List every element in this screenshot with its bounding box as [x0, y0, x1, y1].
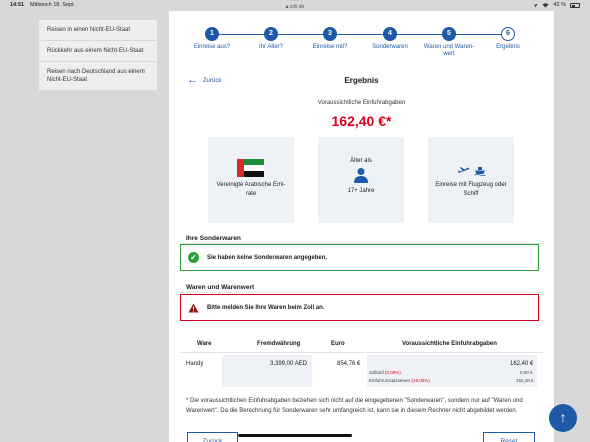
waren-message: Bitte melden Sie Ihre Waren beim Zoll an… — [207, 304, 325, 311]
sidebar-nav: Reisen in einen Nicht-EU-Staat Rückkehr … — [39, 20, 157, 90]
step-number: 3 — [323, 27, 337, 41]
warning-triangle-icon — [188, 303, 199, 312]
card-country: Vereinigte Arabische Emi-rate — [208, 137, 294, 223]
card-travel: Einreise mit Flugzeug oder Schiff — [428, 137, 514, 223]
cell-total: 162,40 € — [510, 361, 534, 367]
sidebar-item-reisen-nach-deutschland[interactable]: Reisen nach Deutschland aus einem Nicht-… — [39, 62, 157, 90]
country-name: Vereinigte Arabische Emi-rate — [216, 182, 286, 197]
step-5[interactable]: 5 Waren und Waren-wert — [419, 27, 479, 58]
step-label: Waren und Waren-wert — [423, 44, 475, 57]
table-header-divider — [180, 352, 543, 353]
estimate-amount: 162,40 €* — [331, 113, 392, 129]
battery-icon — [570, 2, 580, 8]
step-1[interactable]: 1 Einreise aus? — [182, 27, 242, 51]
zolltarif-row: Zolltarif (0,00%) — [369, 370, 401, 375]
step-label: Einreise aus? — [193, 44, 231, 50]
col-header-einfuhrabgaben: Voraussichtliche Einfuhrabgaben — [402, 341, 497, 347]
waren-heading: Waren und Warenwert — [186, 284, 255, 291]
step-number: 5 — [442, 27, 456, 41]
progress-stepper: 1 Einreise aus? 2 Ihr Alter? 3 Einreise … — [169, 27, 554, 67]
ust-rate: (19,00%) — [411, 378, 430, 383]
zolltarif-label: Zolltarif — [369, 370, 384, 375]
step-2[interactable]: 2 Ihr Alter? — [241, 27, 301, 51]
ship-icon — [474, 167, 486, 176]
estimate-label: Voraussichtliche Einfuhrabgaben — [317, 100, 406, 106]
travel-mode: Einreise mit Flugzeug oder Schiff — [435, 182, 507, 197]
battery-percent: 42 % — [553, 2, 566, 8]
step-6: 6 Ergebnis — [478, 27, 538, 51]
step-number: 1 — [205, 27, 219, 41]
card-age: Älter als 17+ Jahre — [318, 137, 404, 223]
sonderwaren-success-alert: ✓ Sie haben keine Sonderwaren angegeben. — [180, 244, 539, 271]
main-panel: 1 Einreise aus? 2 Ihr Alter? 3 Einreise … — [169, 11, 554, 442]
col-header-ware: Ware — [197, 341, 212, 347]
divider — [180, 292, 543, 293]
page-title: Ergebnis — [344, 76, 379, 85]
wifi-icon — [542, 2, 549, 7]
reset-button[interactable]: Reset — [483, 432, 535, 442]
step-4[interactable]: 4 Sonderwaren — [360, 27, 420, 51]
cell-ware: Handy — [186, 361, 204, 367]
status-indicators: 42 % — [533, 2, 580, 8]
lock-icon: 🔒︎ — [285, 4, 289, 10]
uae-flag-icon — [237, 159, 264, 177]
location-icon — [533, 3, 538, 7]
status-bar: 14:51 Mittwoch 18. Sept. ••• 🔒︎ zoll.de … — [0, 0, 590, 11]
step-label: Ihr Alter? — [258, 44, 283, 50]
airplane-icon — [458, 167, 470, 173]
step-label: Sonderwaren — [372, 44, 408, 50]
travel-icons — [458, 166, 486, 176]
check-circle-icon: ✓ — [188, 252, 199, 263]
step-label: Einreise mit? — [312, 44, 348, 50]
step-number: 6 — [501, 27, 515, 41]
waren-warning-alert: Bitte melden Sie Ihre Waren beim Zoll an… — [180, 294, 539, 321]
ust-row: Einfuhrumsatzsteuer (19,00%) — [369, 378, 430, 383]
back-button[interactable]: Zurück — [187, 432, 238, 442]
step-label: Ergebnis — [496, 44, 520, 50]
col-header-fremdwaehrung: Fremdwährung — [257, 341, 301, 347]
person-icon — [354, 168, 368, 183]
age-label: Älter als — [350, 158, 372, 164]
footnote: * Die voraussichtlichen Einfuhrabgaben b… — [186, 398, 523, 414]
step-number: 4 — [383, 27, 397, 41]
zolltarif-rate: (0,00%) — [385, 370, 401, 375]
ust-value: 162,40 € — [516, 378, 534, 383]
step-3[interactable]: 3 Einreise mit? — [300, 27, 360, 51]
cell-euro: 854,76 € — [337, 361, 361, 367]
step-number: 2 — [264, 27, 278, 41]
zolltarif-value: 0,00 € — [520, 370, 533, 375]
ust-label: Einfuhrumsatzsteuer — [369, 378, 411, 383]
cell-foreign: 3.399,00 AED — [270, 361, 308, 367]
col-header-euro: Euro — [331, 341, 345, 347]
home-indicator[interactable] — [238, 434, 352, 437]
arrow-up-icon: ↑ — [559, 409, 567, 425]
sonderwaren-message: Sie haben keine Sonderwaren angegeben. — [207, 254, 328, 261]
address-url[interactable]: 🔒︎ zoll.de — [0, 4, 590, 10]
url-text: zoll.de — [289, 4, 305, 10]
scroll-to-top-button[interactable]: ↑ — [549, 404, 577, 432]
age-value: 17+ Jahre — [347, 188, 375, 194]
sidebar-item-reisen-nicht-eu[interactable]: Reisen in einen Nicht-EU-Staat — [39, 20, 157, 41]
sonderwaren-heading: Ihre Sonderwaren — [186, 235, 241, 242]
cell-bg-foreign — [222, 355, 312, 387]
sidebar-item-rueckkehr[interactable]: Rückkehr aus einem Nicht-EU-Staat — [39, 41, 157, 62]
